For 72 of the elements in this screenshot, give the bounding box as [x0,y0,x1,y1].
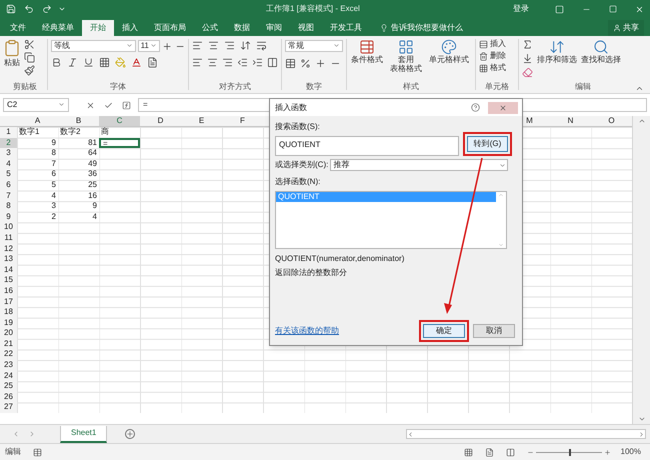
function-signature: QUOTIENT(numerator,denominator) [275,253,406,265]
column-header: D [156,116,164,126]
table-cell-text: 5 [50,180,57,191]
row-header: 24 [0,370,17,382]
row-header: 27 [0,402,17,414]
row-header: 6 [0,180,17,191]
table-cell-text: 7 [50,158,57,170]
group-label: 数字 [306,83,322,93]
row-header: 26 [0,392,17,402]
table-cell-text: 25 [87,180,98,191]
table-cell-text: 3 [50,201,57,212]
row-header: 20 [0,328,17,339]
row-header: 19 [0,318,17,328]
function-description: 返回除法的整数部分 [275,267,348,279]
function-list-label: 选择函数(N): [275,176,322,188]
table-cell-text: 49 [87,158,98,170]
table-cell-text: 数字2 [59,127,82,138]
row-header: 23 [0,360,17,371]
table-cell-text: 81 [87,138,98,148]
table-cell-text: 2 [50,212,57,222]
row-header: 14 [0,264,17,276]
row-header: 3 [0,148,17,159]
row-header: 16 [0,286,17,296]
row-header: 11 [0,232,17,244]
row-header: 7 [0,190,17,202]
search-label: 搜索函数(S): [275,121,321,133]
table-cell-text: 16 [87,190,98,202]
table-cell-text: 64 [87,148,98,159]
column-header: B [74,116,82,126]
row-header: 17 [0,296,17,308]
table-cell-text: 4 [50,190,57,202]
status-mode: 编辑 [5,446,21,458]
column-header: M [525,116,534,126]
row-header: 18 [0,307,17,318]
column-header: N [566,116,574,126]
row-header: 4 [0,158,17,170]
row-header: 9 [0,212,17,222]
category-label: 或选择类别(C): [275,159,328,171]
row-header: 2 [0,138,17,148]
row-header: 13 [0,254,17,265]
group-label: 样式 [403,83,419,93]
group-label: 剪贴板 [13,83,37,93]
dialog-title: 插入函数 [275,102,307,114]
row-header: 21 [0,338,17,350]
table-cell-text: 6 [50,169,57,180]
table-cell-text: 商 [100,127,110,138]
group-label: 字体 [110,83,126,93]
row-header: 8 [0,201,17,212]
table-cell-text: 8 [50,148,57,159]
table-cell-text: 36 [87,169,98,180]
zoom-level: 100% [620,446,641,458]
group-label: 编辑 [575,83,591,93]
window-title: 工作簿1 [兼容模式] - Excel [266,3,360,15]
column-header: F [239,116,246,126]
row-header: 1 [0,127,17,138]
column-header: C [99,116,140,126]
group-label: 对齐方式 [219,83,251,93]
table-cell-text: 4 [92,212,98,222]
group-label: 单元格 [485,83,509,93]
table-cell-text: 数字1 [18,127,40,138]
row-header: 12 [0,244,17,254]
row-header: 25 [0,381,17,392]
row-header: 5 [0,169,17,180]
column-header: A [34,116,42,126]
row-header: 22 [0,349,17,360]
table-cell-text: 9 [92,201,98,212]
table-cell: = [99,138,140,148]
column-header: O [607,116,616,126]
row-header: 15 [0,275,17,286]
row-header: 10 [0,222,17,233]
table-cell-text: 9 [50,138,57,148]
column-header: E [198,116,206,126]
